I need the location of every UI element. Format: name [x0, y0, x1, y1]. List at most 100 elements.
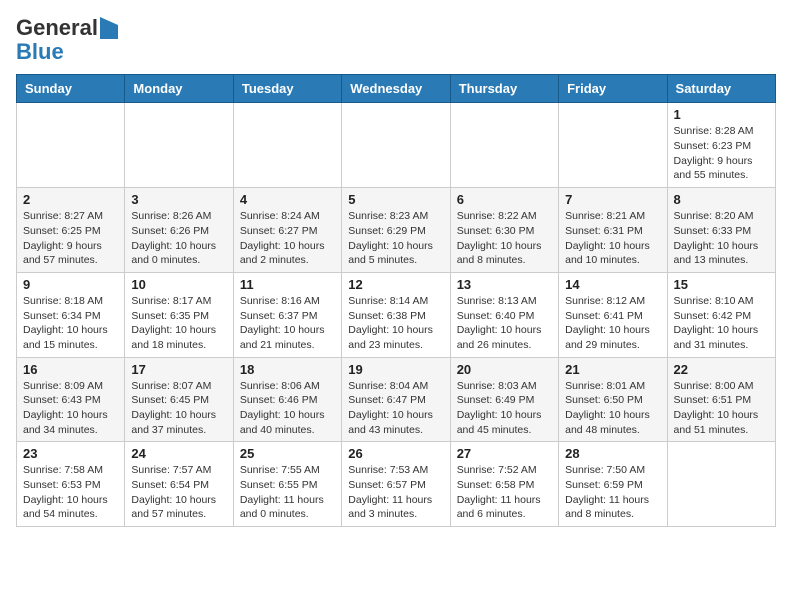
- calendar-cell: 18 Sunrise: 8:06 AM Sunset: 6:46 PM Dayli…: [233, 357, 341, 442]
- calendar-week-row: 23 Sunrise: 7:58 AM Sunset: 6:53 PM Dayli…: [17, 442, 776, 527]
- calendar-header-friday: Friday: [559, 75, 667, 103]
- day-number: 7: [565, 192, 660, 207]
- day-info: Sunrise: 8:01 AM Sunset: 6:50 PM Dayligh…: [565, 379, 660, 438]
- day-number: 16: [23, 362, 118, 377]
- day-info: Sunrise: 7:58 AM Sunset: 6:53 PM Dayligh…: [23, 463, 118, 522]
- day-info: Sunrise: 8:09 AM Sunset: 6:43 PM Dayligh…: [23, 379, 118, 438]
- day-number: 13: [457, 277, 552, 292]
- logo-blue-text: Blue: [16, 39, 64, 64]
- calendar-cell: 26 Sunrise: 7:53 AM Sunset: 6:57 PM Dayli…: [342, 442, 450, 527]
- day-info: Sunrise: 8:21 AM Sunset: 6:31 PM Dayligh…: [565, 209, 660, 268]
- calendar-cell: 11 Sunrise: 8:16 AM Sunset: 6:37 PM Dayli…: [233, 272, 341, 357]
- day-info: Sunrise: 8:10 AM Sunset: 6:42 PM Dayligh…: [674, 294, 769, 353]
- calendar-cell: [559, 103, 667, 188]
- calendar-header-thursday: Thursday: [450, 75, 558, 103]
- day-info: Sunrise: 8:28 AM Sunset: 6:23 PM Dayligh…: [674, 124, 769, 183]
- calendar-cell: 5 Sunrise: 8:23 AM Sunset: 6:29 PM Daylig…: [342, 188, 450, 273]
- day-info: Sunrise: 8:18 AM Sunset: 6:34 PM Dayligh…: [23, 294, 118, 353]
- day-number: 19: [348, 362, 443, 377]
- day-info: Sunrise: 7:52 AM Sunset: 6:58 PM Dayligh…: [457, 463, 552, 522]
- day-number: 2: [23, 192, 118, 207]
- calendar-cell: 3 Sunrise: 8:26 AM Sunset: 6:26 PM Daylig…: [125, 188, 233, 273]
- day-info: Sunrise: 8:20 AM Sunset: 6:33 PM Dayligh…: [674, 209, 769, 268]
- calendar-cell: 9Sunrise: 8:18 AM Sunset: 6:34 PM Daylig…: [17, 272, 125, 357]
- calendar-week-row: 16 Sunrise: 8:09 AM Sunset: 6:43 PM Dayli…: [17, 357, 776, 442]
- day-info: Sunrise: 7:57 AM Sunset: 6:54 PM Dayligh…: [131, 463, 226, 522]
- day-number: 10: [131, 277, 226, 292]
- day-number: 15: [674, 277, 769, 292]
- day-number: 12: [348, 277, 443, 292]
- day-number: 4: [240, 192, 335, 207]
- day-number: 26: [348, 446, 443, 461]
- calendar-cell: 24 Sunrise: 7:57 AM Sunset: 6:54 PM Dayli…: [125, 442, 233, 527]
- calendar-cell: 8 Sunrise: 8:20 AM Sunset: 6:33 PM Daylig…: [667, 188, 775, 273]
- day-info: Sunrise: 8:03 AM Sunset: 6:49 PM Dayligh…: [457, 379, 552, 438]
- calendar-week-row: 1Sunrise: 8:28 AM Sunset: 6:23 PM Daylig…: [17, 103, 776, 188]
- header: General Blue: [16, 16, 776, 64]
- calendar-cell: 4Sunrise: 8:24 AM Sunset: 6:27 PM Daylig…: [233, 188, 341, 273]
- calendar-cell: 25Sunrise: 7:55 AM Sunset: 6:55 PM Dayli…: [233, 442, 341, 527]
- calendar-cell: 21 Sunrise: 8:01 AM Sunset: 6:50 PM Dayli…: [559, 357, 667, 442]
- calendar-cell: [667, 442, 775, 527]
- day-info: Sunrise: 8:13 AM Sunset: 6:40 PM Dayligh…: [457, 294, 552, 353]
- calendar-week-row: 2 Sunrise: 8:27 AM Sunset: 6:25 PM Daylig…: [17, 188, 776, 273]
- calendar-cell: [125, 103, 233, 188]
- calendar-header-saturday: Saturday: [667, 75, 775, 103]
- day-info: Sunrise: 8:17 AM Sunset: 6:35 PM Dayligh…: [131, 294, 226, 353]
- day-info: Sunrise: 8:16 AM Sunset: 6:37 PM Dayligh…: [240, 294, 335, 353]
- day-info: Sunrise: 8:00 AM Sunset: 6:51 PM Dayligh…: [674, 379, 769, 438]
- calendar-header-wednesday: Wednesday: [342, 75, 450, 103]
- day-info: Sunrise: 7:50 AM Sunset: 6:59 PM Dayligh…: [565, 463, 660, 522]
- day-number: 20: [457, 362, 552, 377]
- calendar-cell: 7 Sunrise: 8:21 AM Sunset: 6:31 PM Daylig…: [559, 188, 667, 273]
- calendar-cell: 20 Sunrise: 8:03 AM Sunset: 6:49 PM Dayli…: [450, 357, 558, 442]
- logo-general-text: General: [16, 16, 98, 40]
- calendar-cell: 19Sunrise: 8:04 AM Sunset: 6:47 PM Dayli…: [342, 357, 450, 442]
- day-number: 23: [23, 446, 118, 461]
- day-number: 25: [240, 446, 335, 461]
- calendar-week-row: 9Sunrise: 8:18 AM Sunset: 6:34 PM Daylig…: [17, 272, 776, 357]
- day-number: 11: [240, 277, 335, 292]
- day-info: Sunrise: 8:26 AM Sunset: 6:26 PM Dayligh…: [131, 209, 226, 268]
- day-number: 21: [565, 362, 660, 377]
- day-info: Sunrise: 8:23 AM Sunset: 6:29 PM Dayligh…: [348, 209, 443, 268]
- calendar-cell: [342, 103, 450, 188]
- day-number: 5: [348, 192, 443, 207]
- day-number: 3: [131, 192, 226, 207]
- calendar-cell: [233, 103, 341, 188]
- calendar-cell: 15 Sunrise: 8:10 AM Sunset: 6:42 PM Dayli…: [667, 272, 775, 357]
- calendar-cell: 10 Sunrise: 8:17 AM Sunset: 6:35 PM Dayli…: [125, 272, 233, 357]
- day-number: 14: [565, 277, 660, 292]
- day-info: Sunrise: 8:06 AM Sunset: 6:46 PM Dayligh…: [240, 379, 335, 438]
- day-number: 22: [674, 362, 769, 377]
- calendar-header-monday: Monday: [125, 75, 233, 103]
- day-info: Sunrise: 7:53 AM Sunset: 6:57 PM Dayligh…: [348, 463, 443, 522]
- calendar-header-row: SundayMondayTuesdayWednesdayThursdayFrid…: [17, 75, 776, 103]
- calendar-cell: 1Sunrise: 8:28 AM Sunset: 6:23 PM Daylig…: [667, 103, 775, 188]
- day-info: Sunrise: 8:07 AM Sunset: 6:45 PM Dayligh…: [131, 379, 226, 438]
- calendar-cell: 28Sunrise: 7:50 AM Sunset: 6:59 PM Dayli…: [559, 442, 667, 527]
- day-info: Sunrise: 8:12 AM Sunset: 6:41 PM Dayligh…: [565, 294, 660, 353]
- day-number: 18: [240, 362, 335, 377]
- day-info: Sunrise: 8:27 AM Sunset: 6:25 PM Dayligh…: [23, 209, 118, 268]
- calendar-cell: 27 Sunrise: 7:52 AM Sunset: 6:58 PM Dayli…: [450, 442, 558, 527]
- day-number: 17: [131, 362, 226, 377]
- calendar-cell: 17 Sunrise: 8:07 AM Sunset: 6:45 PM Dayli…: [125, 357, 233, 442]
- day-number: 6: [457, 192, 552, 207]
- calendar-cell: 6 Sunrise: 8:22 AM Sunset: 6:30 PM Daylig…: [450, 188, 558, 273]
- calendar-cell: 13 Sunrise: 8:13 AM Sunset: 6:40 PM Dayli…: [450, 272, 558, 357]
- day-info: Sunrise: 8:22 AM Sunset: 6:30 PM Dayligh…: [457, 209, 552, 268]
- day-number: 27: [457, 446, 552, 461]
- logo: General Blue: [16, 16, 118, 64]
- calendar-cell: [450, 103, 558, 188]
- calendar-cell: 22 Sunrise: 8:00 AM Sunset: 6:51 PM Dayli…: [667, 357, 775, 442]
- calendar-cell: 16 Sunrise: 8:09 AM Sunset: 6:43 PM Dayli…: [17, 357, 125, 442]
- calendar-header-tuesday: Tuesday: [233, 75, 341, 103]
- day-number: 24: [131, 446, 226, 461]
- calendar-cell: 12 Sunrise: 8:14 AM Sunset: 6:38 PM Dayli…: [342, 272, 450, 357]
- calendar-cell: 23 Sunrise: 7:58 AM Sunset: 6:53 PM Dayli…: [17, 442, 125, 527]
- day-number: 8: [674, 192, 769, 207]
- calendar-header-sunday: Sunday: [17, 75, 125, 103]
- logo-icon: [100, 17, 118, 39]
- day-info: Sunrise: 8:14 AM Sunset: 6:38 PM Dayligh…: [348, 294, 443, 353]
